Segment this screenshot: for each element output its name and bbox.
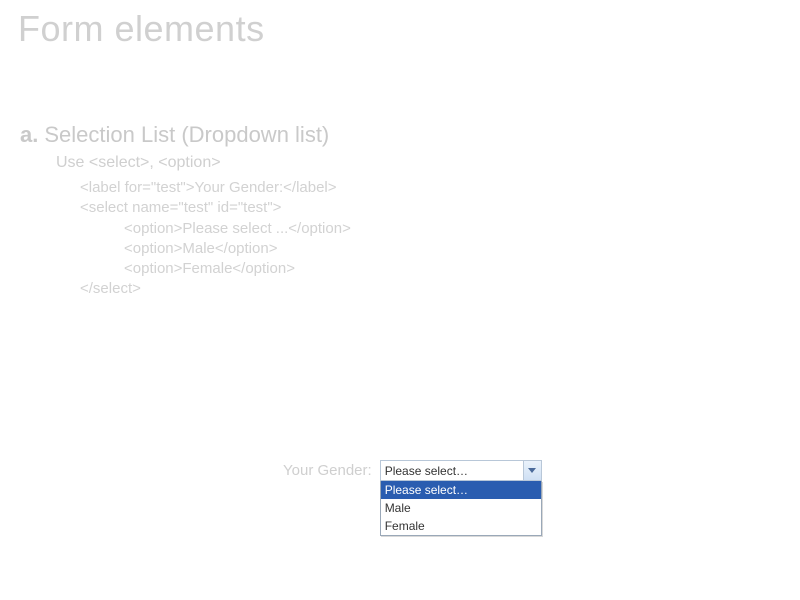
- dropdown-option[interactable]: Female: [381, 517, 541, 535]
- code-line: <label for="test">Your Gender:</label>: [80, 178, 782, 198]
- dropdown-button[interactable]: [523, 461, 541, 480]
- section-heading-row: a. Selection List (Dropdown list): [20, 122, 782, 148]
- code-line: <option>Female</option>: [124, 259, 782, 279]
- dropdown-option[interactable]: Male: [381, 499, 541, 517]
- code-line: </select>: [80, 279, 782, 299]
- dropdown-option[interactable]: Please select…: [381, 481, 541, 499]
- code-line: <option>Please select ...</option>: [124, 219, 782, 239]
- dropdown-list[interactable]: Please select… Male Female: [380, 481, 542, 536]
- dropdown-selected-text: Please select…: [385, 464, 468, 478]
- section-heading: Selection List (Dropdown list): [44, 122, 329, 148]
- section-bullet: a.: [20, 122, 38, 148]
- example-area: Your Gender: Please select… Please selec…: [283, 460, 542, 536]
- slide-title: Form elements: [18, 8, 782, 50]
- code-line: <select name="test" id="test">: [80, 198, 782, 218]
- chevron-down-icon: [528, 468, 536, 474]
- dropdown-display[interactable]: Please select…: [380, 460, 542, 481]
- example-label: Your Gender:: [283, 462, 372, 479]
- code-line: <option>Male</option>: [124, 239, 782, 259]
- dropdown[interactable]: Please select… Please select… Male Femal…: [380, 460, 542, 536]
- code-block: <label for="test">Your Gender:</label> <…: [80, 178, 782, 300]
- section-use-line: Use <select>, <option>: [56, 154, 782, 172]
